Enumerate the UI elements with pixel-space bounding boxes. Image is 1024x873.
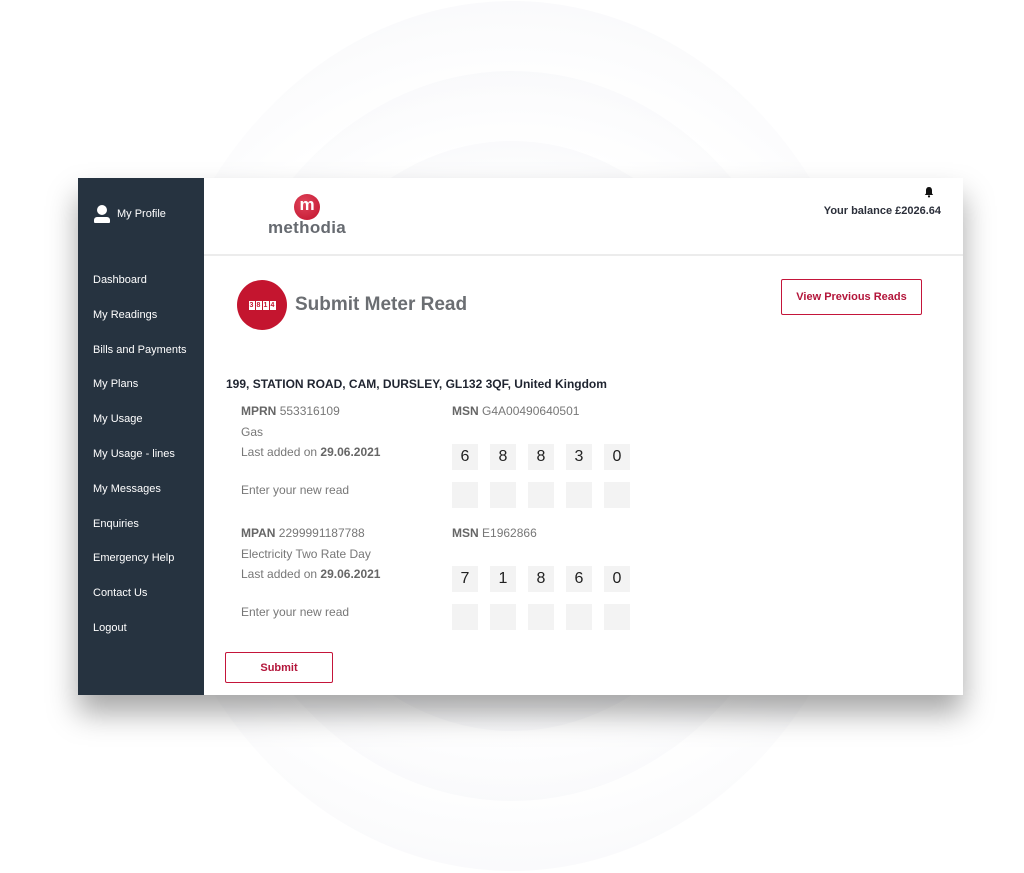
last-added: Last added on 29.06.2021	[241, 445, 380, 459]
submit-button[interactable]: Submit	[225, 652, 333, 683]
sidebar-item-contact-us[interactable]: Contact Us	[93, 586, 187, 621]
msn-label: MSN	[452, 526, 479, 540]
new-read-digit-input[interactable]	[528, 604, 554, 630]
sidebar-item-bills-and-payments[interactable]: Bills and Payments	[93, 343, 187, 378]
sidebar-item-enquiries[interactable]: Enquiries	[93, 517, 187, 552]
last-read-digits: 6 8 8 3 0	[452, 444, 630, 470]
logo-text: methodia	[268, 218, 346, 237]
page-header: 3 8 1 4 Submit Meter Read	[237, 280, 467, 330]
last-added-date: 29.06.2021	[320, 445, 381, 459]
app-window: My Profile Dashboard My Readings Bills a…	[78, 178, 963, 695]
last-read-digit: 6	[452, 444, 478, 470]
new-read-inputs	[452, 604, 630, 630]
logo-mark: m	[294, 194, 320, 220]
msn-value: E1962866	[482, 526, 537, 540]
counter-digit: 1	[262, 300, 269, 310]
new-read-digit-input[interactable]	[566, 604, 592, 630]
sidebar-item-my-messages[interactable]: My Messages	[93, 482, 187, 517]
meter-id-value: 2299991187788	[278, 526, 365, 540]
meter-id-label: MPRN	[241, 404, 277, 418]
last-read-digit: 0	[604, 444, 630, 470]
sidebar-item-emergency-help[interactable]: Emergency Help	[93, 551, 187, 586]
meter-serial: MSN E1962866	[452, 526, 537, 540]
last-added-prefix: Last added on	[241, 445, 318, 459]
my-profile-link[interactable]: My Profile	[94, 205, 166, 223]
last-read-digit: 0	[604, 566, 630, 592]
meter-id-label: MPAN	[241, 526, 276, 540]
new-read-inputs	[452, 482, 630, 508]
sidebar-nav: Dashboard My Readings Bills and Payments…	[93, 273, 187, 656]
my-profile-label: My Profile	[117, 208, 166, 220]
last-read-digit: 8	[528, 566, 554, 592]
new-read-digit-input[interactable]	[452, 482, 478, 508]
view-previous-reads-button[interactable]: View Previous Reads	[781, 279, 922, 315]
new-read-digit-input[interactable]	[604, 604, 630, 630]
bell-icon[interactable]	[923, 186, 935, 198]
page-title: Submit Meter Read	[295, 294, 468, 315]
meter-serial: MSN G4A00490640501	[452, 404, 579, 418]
methodia-logo[interactable]: m methodia	[267, 194, 347, 238]
last-added: Last added on 29.06.2021	[241, 567, 380, 581]
new-read-label: Enter your new read	[241, 483, 350, 497]
sidebar-item-my-usage[interactable]: My Usage	[93, 412, 187, 447]
msn-value: G4A00490640501	[482, 404, 580, 418]
new-read-digit-input[interactable]	[490, 482, 516, 508]
sidebar-item-dashboard[interactable]: Dashboard	[93, 273, 187, 308]
last-read-digits: 7 1 8 6 0	[452, 566, 630, 592]
main-content: m methodia Your balance £2026.64 3 8 1 4…	[204, 178, 963, 695]
last-added-prefix: Last added on	[241, 567, 318, 581]
sidebar-item-my-readings[interactable]: My Readings	[93, 308, 187, 343]
meter-id: MPAN 2299991187788	[241, 526, 365, 540]
sidebar-item-my-plans[interactable]: My Plans	[93, 377, 187, 412]
sidebar: My Profile Dashboard My Readings Bills a…	[78, 178, 204, 695]
new-read-label: Enter your new read	[241, 605, 350, 619]
fuel-type: Electricity Two Rate Day	[241, 547, 371, 561]
counter-digit: 3	[248, 300, 255, 310]
new-read-digit-input[interactable]	[566, 482, 592, 508]
new-read-digit-input[interactable]	[604, 482, 630, 508]
sidebar-item-my-usage-lines[interactable]: My Usage - lines	[93, 447, 187, 482]
new-read-digit-input[interactable]	[528, 482, 554, 508]
counter-digit: 4	[269, 300, 276, 310]
msn-label: MSN	[452, 404, 479, 418]
fuel-type: Gas	[241, 425, 264, 439]
meter-counter-icon: 3 8 1 4	[237, 280, 287, 330]
last-read-digit: 1	[490, 566, 516, 592]
last-added-date: 29.06.2021	[320, 567, 381, 581]
last-read-digit: 8	[528, 444, 554, 470]
new-read-digit-input[interactable]	[452, 604, 478, 630]
last-read-digit: 6	[566, 566, 592, 592]
meter-id-value: 553316109	[279, 404, 340, 418]
new-read-digit-input[interactable]	[490, 604, 516, 630]
sidebar-item-logout[interactable]: Logout	[93, 621, 187, 656]
last-read-digit: 7	[452, 566, 478, 592]
supply-address: 199, STATION ROAD, CAM, DURSLEY, GL132 3…	[226, 377, 607, 391]
user-icon	[94, 205, 110, 223]
last-read-digit: 3	[566, 444, 592, 470]
top-bar: m methodia Your balance £2026.64	[204, 178, 963, 256]
counter-digit: 8	[255, 300, 262, 310]
account-balance: Your balance £2026.64	[823, 205, 941, 217]
meter-id: MPRN 553316109	[241, 404, 340, 418]
last-read-digit: 8	[490, 444, 516, 470]
